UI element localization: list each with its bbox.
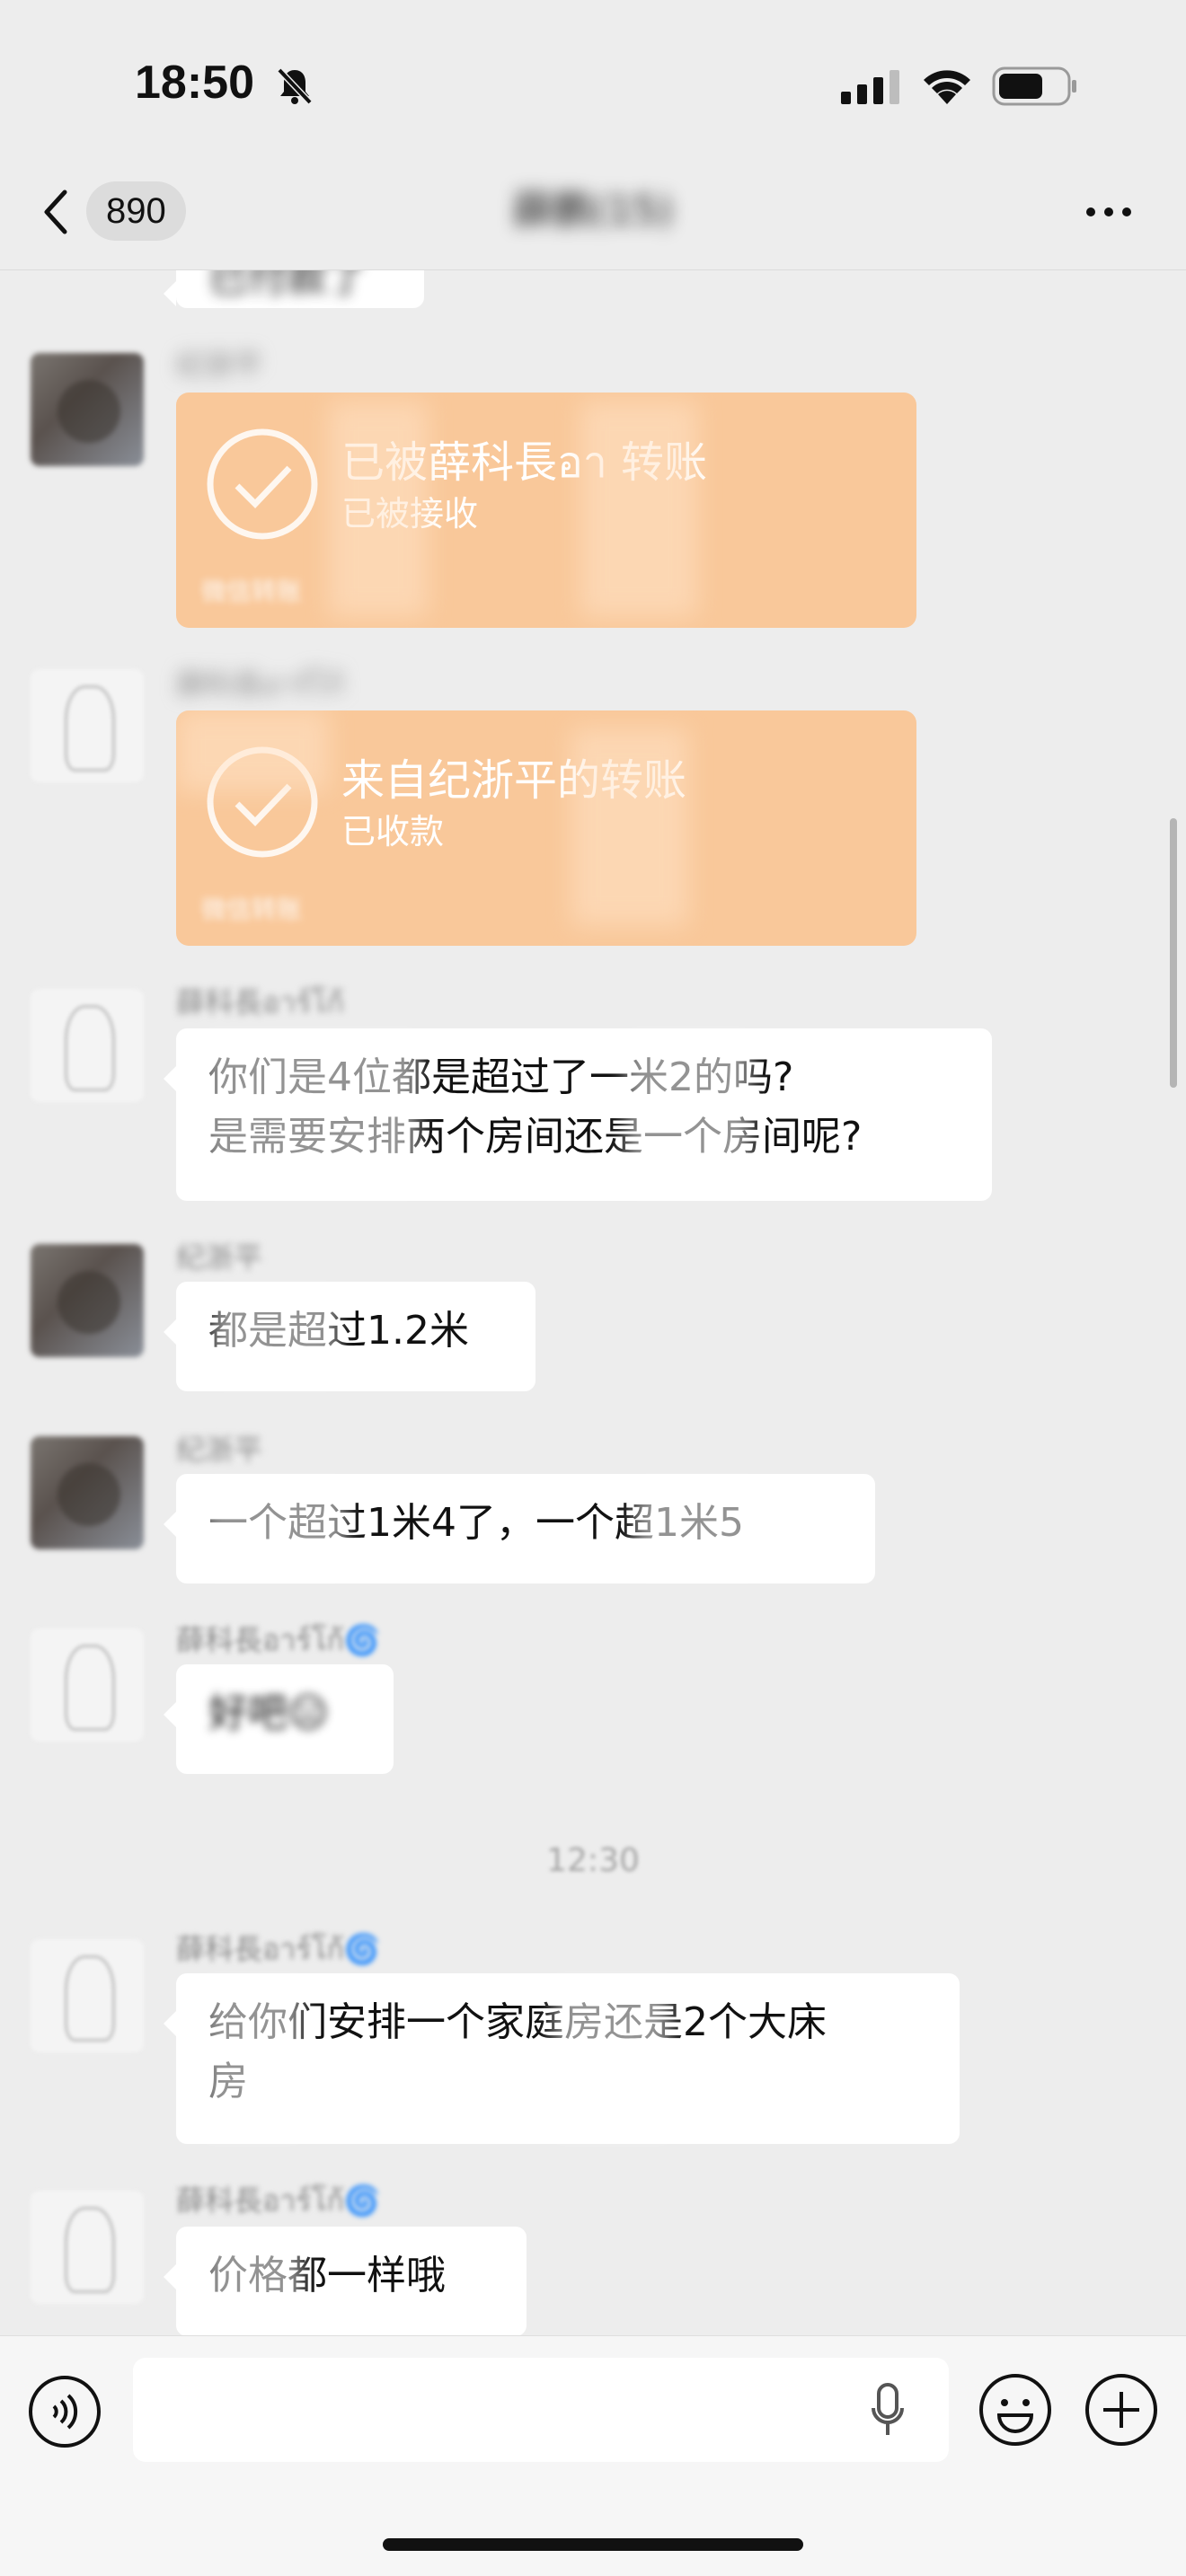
message-input[interactable] [133,2358,949,2462]
check-circle-icon [207,428,318,540]
ellipsis-icon[interactable] [1082,194,1136,230]
home-indicator[interactable] [383,2538,803,2551]
bell-muted-icon [277,67,313,105]
chat-title[interactable]: 薛鹏(15) [503,180,683,243]
avatar[interactable] [31,1939,144,2052]
avatar[interactable] [31,2191,144,2304]
status-time: 18:50 [135,57,254,109]
message-list[interactable]: 已付款了 纪浙平 已被薛科長อา 转账 已被接收 微信转账 薛科長อาร์โก้… [0,270,1186,2336]
mic-icon[interactable] [870,2383,906,2439]
chat-screen: 18:50 890 薛鹏(15) 已付款了 纪浙平 已被薛科長อา 转账 微信转… [0,0,1186,2576]
sender-name: 薛科長อาร์โก้ [176,985,344,1019]
nav-bar: 890 薛鹏(15) [0,162,1186,270]
message-bubble[interactable]: 一个超过1米4了，一个超1米5 [164,1474,875,1584]
sender-name: 薛科長อาร์โก้🌀 [176,1932,380,1966]
sender-name: 薛科長อาร์โก้ [176,667,344,701]
emoji-icon[interactable] [978,2372,1053,2448]
message-text: 已付款了 [208,270,367,301]
transfer-status: 已收款 [341,812,445,851]
transfer-footer: 微信转账 [201,577,303,606]
avatar[interactable] [31,669,144,782]
time-separator: 12:30 [546,1842,640,1879]
transfer-card[interactable]: 来自纪浙平的转账 已收款 微信转账 [176,710,916,946]
avatar[interactable] [31,989,144,1102]
scrollbar-thumb[interactable] [1170,818,1177,1088]
avatar[interactable] [31,1628,144,1742]
message-bubble[interactable]: 你们是4位都是超过了一米2的吗? 是需要安排两个房间还是一个房间呢? [164,1028,992,1201]
cellular-signal-icon [841,70,899,104]
plus-icon[interactable] [1084,2372,1159,2448]
message-bubble[interactable]: 都是超过1.2米 [164,1282,535,1391]
message-bubble[interactable]: 已付款了 [164,270,424,308]
message-text: 好吧😑 [208,1690,329,1736]
message-bubble[interactable]: 好吧😑 [164,1664,394,1774]
sender-name: 薛科長อาร์โก้🌀 [176,2183,380,2218]
unread-count-badge[interactable]: 890 [86,181,186,241]
sender-name: 薛科長อาร์โก้🌀 [176,1623,380,1657]
sender-name: 纪浙平 [176,1240,263,1275]
sender-name: 纪浙平 [176,348,263,382]
voice-icon[interactable] [27,2374,102,2449]
avatar[interactable] [31,353,144,466]
avatar[interactable] [31,1436,144,1549]
transfer-card[interactable]: 已被薛科長อา 转账 已被接收 微信转账 [176,393,916,628]
message-bubble[interactable]: 给你们安排一个家庭房还是2个大床 房 [164,1973,960,2144]
message-bubble[interactable]: 价格都一样哦 [164,2227,527,2336]
status-bar: 18:50 [0,0,1186,162]
avatar[interactable] [31,1244,144,1357]
transfer-footer: 微信转账 [201,895,303,924]
wifi-icon [924,70,970,104]
chevron-left-icon[interactable] [38,185,74,239]
battery-icon [992,66,1076,106]
sender-name: 纪浙平 [176,1433,263,1467]
